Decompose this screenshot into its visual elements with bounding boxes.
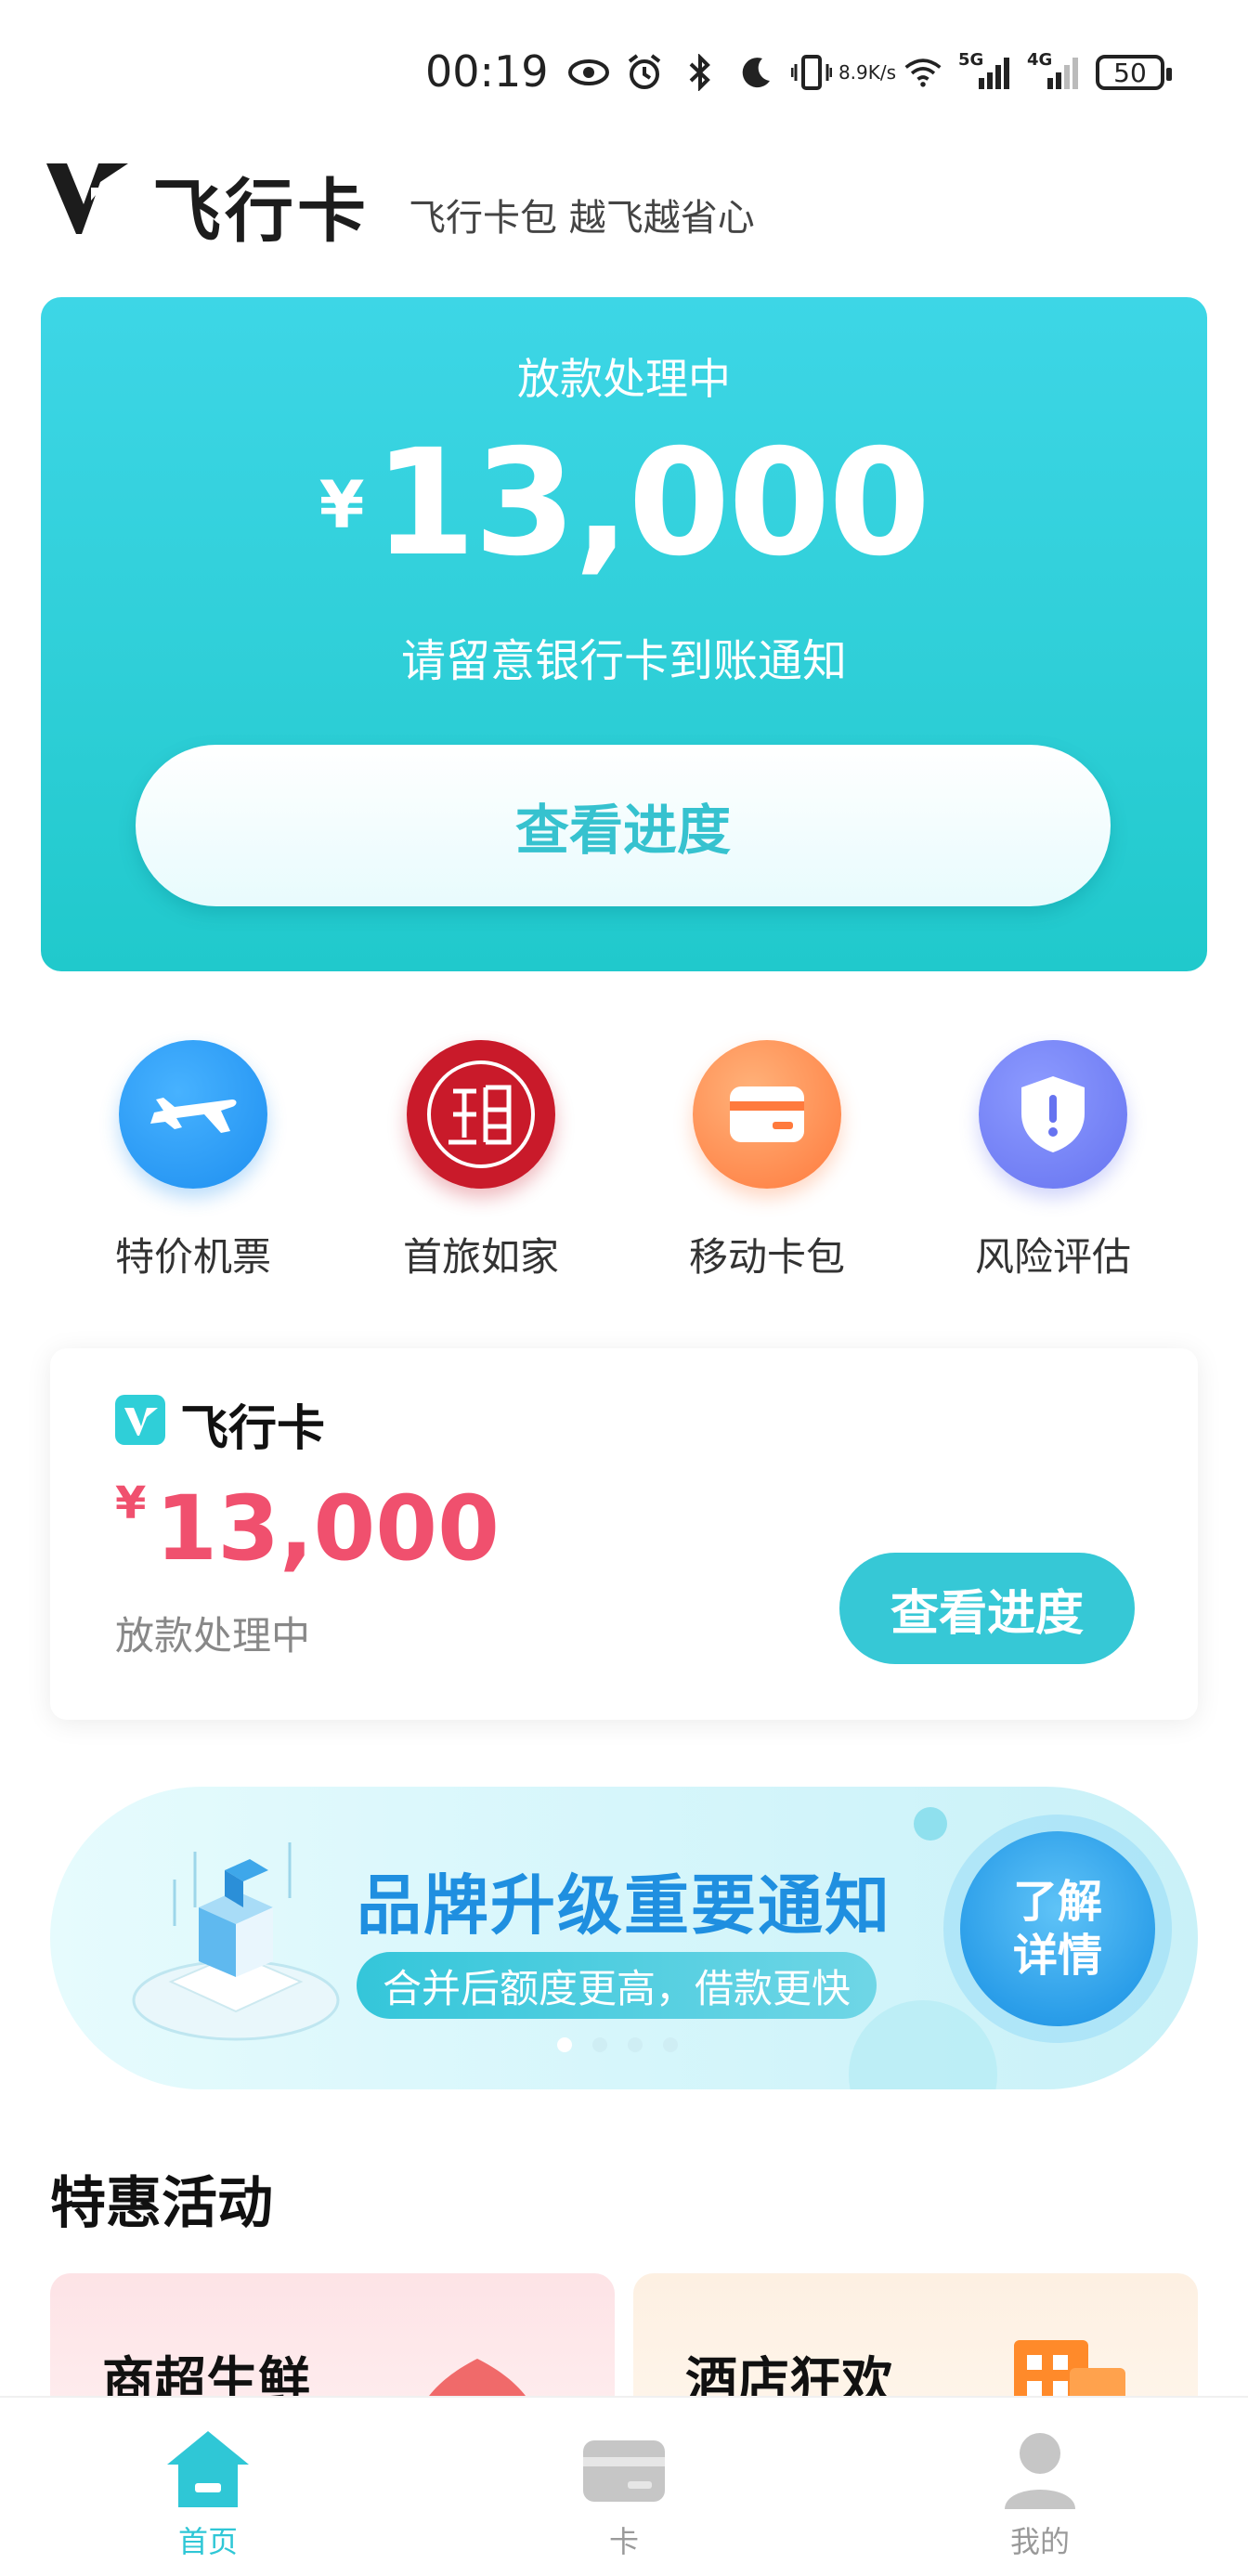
product-name: 飞行卡 <box>180 1401 326 1457</box>
signal-icon: 4G <box>1027 50 1081 93</box>
nav-profile[interactable]: 我的 <box>929 2398 1151 2576</box>
pagination-dot[interactable] <box>592 2037 607 2052</box>
eye-icon <box>568 52 609 93</box>
alarm-icon <box>624 52 665 93</box>
product-status: 放款处理中 <box>115 1613 311 1659</box>
brand-slogan: 飞行卡包 越飞越省心 <box>409 197 755 240</box>
quick-action-label: 特价机票 <box>114 1234 271 1280</box>
seal-icon <box>407 1040 555 1189</box>
quick-action-homeinns[interactable]: 首旅如家 <box>360 1040 602 1282</box>
loan-amount: ¥13,000 <box>41 418 1207 589</box>
banner-title: 品牌升级重要通知 <box>357 1867 891 1944</box>
decor-bubble <box>849 2000 997 2089</box>
view-progress-button[interactable]: 查看进度 <box>839 1553 1135 1664</box>
bottom-nav: 首页 卡 我的 <box>0 2396 1248 2576</box>
brand-name: 飞行卡 <box>152 172 370 252</box>
cube-illustration-icon <box>115 1815 366 2065</box>
loan-note: 请留意银行卡到账通知 <box>400 635 847 687</box>
quick-action-label: 首旅如家 <box>402 1234 559 1280</box>
product-logo-icon <box>115 1395 165 1445</box>
nav-label: 我的 <box>1009 2524 1070 2559</box>
wifi-icon <box>903 52 943 93</box>
shield-icon <box>979 1040 1127 1189</box>
product-summary-card[interactable]: 飞行卡 ¥13,000 放款处理中 查看进度 <box>50 1348 1198 1720</box>
quick-action-card-wallet[interactable]: 移动卡包 <box>646 1040 888 1282</box>
banner-pagination <box>557 2037 678 2052</box>
nav-home[interactable]: 首页 <box>97 2398 319 2576</box>
card-icon <box>579 2427 669 2511</box>
view-progress-button[interactable]: 查看进度 <box>136 745 1111 906</box>
moon-icon <box>735 52 776 93</box>
nav-label: 首页 <box>177 2524 238 2559</box>
brand-logo-icon <box>45 160 130 238</box>
banner-subtitle: 合并后额度更高，借款更快 <box>357 1952 877 2019</box>
product-amount: ¥13,000 <box>115 1477 500 1581</box>
pagination-dot[interactable] <box>557 2037 572 2052</box>
quick-action-risk-assessment[interactable]: 风险评估 <box>932 1040 1174 1282</box>
pagination-dot[interactable] <box>663 2037 678 2052</box>
quick-action-flights[interactable]: 特价机票 <box>72 1040 314 1282</box>
decor-bubble <box>914 1807 947 1841</box>
bluetooth-icon <box>680 52 721 93</box>
card-icon <box>693 1040 841 1189</box>
promotions-title: 特惠活动 <box>50 2171 273 2236</box>
nav-label: 卡 <box>608 2524 639 2559</box>
currency-symbol: ¥ <box>318 467 365 543</box>
loan-status-text: 放款处理中 <box>517 354 731 404</box>
signal-icon: 5G <box>958 50 1012 93</box>
pagination-dot[interactable] <box>628 2037 643 2052</box>
amount-value: 13,000 <box>155 1477 500 1581</box>
status-icons: 8.9 K/s 5G 4G 50 <box>568 46 1172 98</box>
quick-action-label: 移动卡包 <box>688 1234 845 1280</box>
status-time: 00:19 <box>425 46 549 97</box>
home-icon <box>163 2427 253 2511</box>
battery-indicator: 50 <box>1096 55 1172 90</box>
quick-action-label: 风险评估 <box>974 1234 1131 1280</box>
vibrate-icon <box>791 52 832 93</box>
nav-card[interactable]: 卡 <box>513 2398 735 2576</box>
amount-value: 13,000 <box>373 418 931 589</box>
currency-symbol: ¥ <box>115 1477 147 1529</box>
loan-status-card: 放款处理中 ¥13,000 请留意银行卡到账通知 查看进度 <box>41 297 1207 971</box>
net-speed: 8.9 K/s <box>838 61 897 84</box>
user-icon <box>995 2427 1085 2511</box>
learn-more-button[interactable]: 了解 详情 <box>960 1831 1155 2026</box>
status-bar: 00:19 8.9 K/s 5G 4G 50 <box>0 0 1248 139</box>
airplane-icon <box>119 1040 267 1189</box>
